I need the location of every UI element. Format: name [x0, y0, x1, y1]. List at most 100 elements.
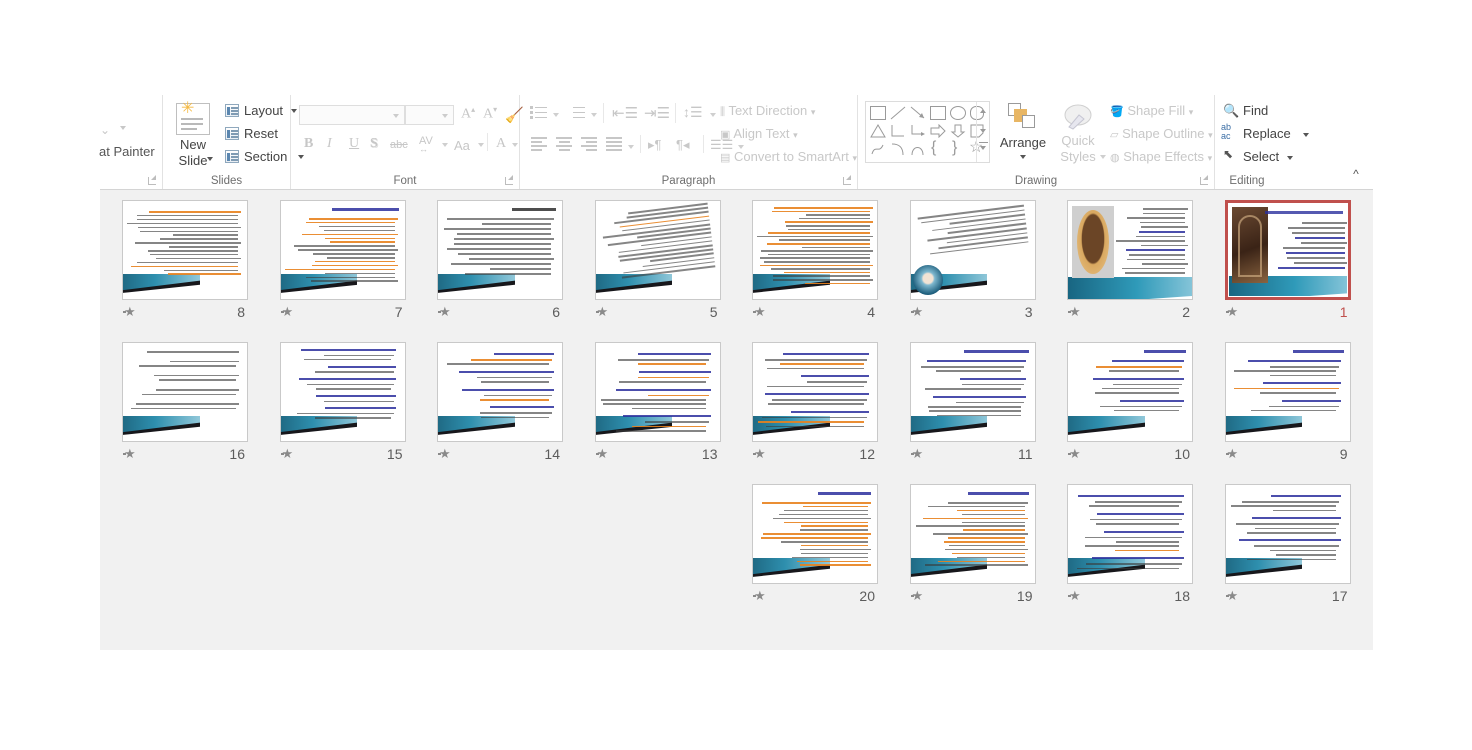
shape-triangle-icon[interactable]: [870, 124, 886, 138]
animation-star-icon[interactable]: ★: [123, 447, 138, 461]
slide-thumbnail[interactable]: ★ 5: [594, 200, 721, 322]
slide-thumbnail-frame[interactable]: [1067, 200, 1193, 300]
slide-thumbnail-frame[interactable]: [1067, 484, 1193, 584]
shape-line-icon[interactable]: [890, 106, 906, 120]
line-spacing-button[interactable]: ↕☰: [683, 104, 703, 121]
shape-left-brace-icon[interactable]: {: [931, 140, 947, 156]
shapes-gallery[interactable]: { } ☆: [865, 101, 990, 163]
find-button[interactable]: Find: [1243, 103, 1268, 118]
arrange-caret-icon[interactable]: [1020, 155, 1026, 159]
slide-thumbnail[interactable]: ★ 4: [752, 200, 878, 322]
animation-star-icon[interactable]: ★: [438, 447, 453, 461]
numbering-button[interactable]: [568, 106, 585, 119]
strikethrough-button[interactable]: abc: [390, 139, 408, 151]
new-slide-button[interactable]: New Slide: [163, 137, 223, 169]
align-text-button[interactable]: ▣ Align Text ▾: [720, 126, 798, 141]
new-slide-dropdown-caret-icon[interactable]: [207, 157, 213, 161]
slide-thumbnail-frame[interactable]: [122, 342, 248, 442]
shape-outline-button[interactable]: ▱ Shape Outline ▾: [1110, 126, 1213, 141]
shape-elbow-arrow-icon[interactable]: [910, 124, 926, 138]
shape-down-arrow-icon[interactable]: [950, 124, 966, 138]
justify-caret-icon[interactable]: [628, 145, 634, 149]
slide-thumbnail[interactable]: ★ 2: [1067, 200, 1193, 322]
animation-star-icon[interactable]: ★: [1225, 589, 1241, 603]
shape-arrow-icon[interactable]: [910, 106, 926, 120]
shapes-scroll-up-icon[interactable]: [980, 109, 986, 113]
shape-curve-icon[interactable]: [890, 142, 906, 156]
shape-scribble-icon[interactable]: [870, 142, 886, 156]
font-name-caret-icon[interactable]: [393, 114, 399, 118]
font-name-input[interactable]: [299, 105, 405, 125]
font-color-button[interactable]: A: [496, 136, 506, 152]
italic-button[interactable]: I: [327, 136, 332, 152]
slide-thumbnail[interactable]: ★ 19: [909, 484, 1036, 606]
shape-rectangle-icon[interactable]: [930, 106, 946, 120]
shape-fill-button[interactable]: 🪣 Shape Fill ▾: [1110, 103, 1193, 118]
slide-thumbnail-frame[interactable]: [594, 200, 721, 300]
increase-indent-button[interactable]: ⇥☰: [644, 104, 670, 122]
collapse-ribbon-button[interactable]: ^: [1349, 167, 1363, 181]
slide-thumbnail-frame[interactable]: [752, 200, 878, 300]
slide-thumbnail-frame[interactable]: [1224, 342, 1351, 442]
replace-caret-icon[interactable]: [1303, 133, 1309, 137]
bullets-caret-icon[interactable]: [553, 113, 559, 117]
animation-star-icon[interactable]: ★: [1068, 305, 1083, 319]
animation-star-icon[interactable]: ★: [753, 589, 768, 603]
format-painter-button[interactable]: at Painter: [99, 144, 155, 159]
slide-thumbnail[interactable]: ★ 16: [122, 342, 248, 464]
slide-thumbnail-frame[interactable]: [1224, 484, 1351, 584]
align-right-button[interactable]: [581, 137, 597, 151]
slide-thumbnail-frame[interactable]: [594, 342, 721, 442]
slide-thumbnail-frame[interactable]: [909, 484, 1036, 584]
shape-right-arrow-icon[interactable]: [930, 123, 946, 139]
slide-thumbnail-frame[interactable]: [437, 200, 563, 300]
slide-thumbnail[interactable]: ★ 17: [1224, 484, 1351, 606]
slide-thumbnail-frame[interactable]: [752, 342, 878, 442]
animation-star-icon[interactable]: ★: [595, 447, 611, 461]
animation-star-icon[interactable]: ★: [280, 305, 296, 319]
select-caret-icon[interactable]: [1287, 156, 1293, 160]
clipboard-partial-icon[interactable]: ⌄: [100, 123, 110, 137]
slide-thumbnail[interactable]: ★ 14: [437, 342, 563, 464]
text-shadow-button[interactable]: S: [370, 136, 378, 152]
slide-thumbnail-frame[interactable]: [909, 200, 1036, 300]
animation-star-icon[interactable]: ★: [1068, 447, 1083, 461]
shape-elbow-connector-icon[interactable]: [890, 124, 906, 138]
slide-thumbnail-frame[interactable]: [279, 200, 406, 300]
quick-styles-caret-icon[interactable]: [1100, 155, 1106, 159]
animation-star-icon[interactable]: ★: [1068, 589, 1083, 603]
animation-star-icon[interactable]: ★: [595, 305, 611, 319]
slide-thumbnail[interactable]: ★ 6: [437, 200, 563, 322]
decrease-indent-button[interactable]: ⇤☰: [612, 104, 638, 122]
convert-to-smartart-button[interactable]: ▤ Convert to SmartArt ▾: [720, 149, 857, 164]
quick-styles-icon[interactable]: [1063, 103, 1093, 131]
select-button[interactable]: Select: [1243, 149, 1279, 164]
clipboard-dialog-launcher[interactable]: [148, 175, 158, 185]
shape-oval-icon[interactable]: [950, 106, 966, 120]
animation-star-icon[interactable]: ★: [1225, 305, 1241, 319]
animation-star-icon[interactable]: ★: [438, 305, 453, 319]
slide-thumbnail[interactable]: ★ 13: [594, 342, 721, 464]
slide-thumbnail[interactable]: ★ 8: [122, 200, 248, 322]
slide-thumbnail[interactable]: ★ 12: [752, 342, 878, 464]
animation-star-icon[interactable]: ★: [910, 305, 926, 319]
slide-thumbnail-frame[interactable]: [909, 342, 1036, 442]
align-left-button[interactable]: [531, 137, 547, 151]
font-size-caret-icon[interactable]: [442, 114, 448, 118]
line-spacing-caret-icon[interactable]: [710, 113, 716, 117]
font-size-input[interactable]: [405, 105, 454, 125]
shape-effects-button[interactable]: ◍ Shape Effects ▾: [1110, 149, 1212, 164]
slide-thumbnail[interactable]: ★ 7: [279, 200, 406, 322]
animation-star-icon[interactable]: ★: [1225, 447, 1241, 461]
shrink-font-button[interactable]: A▾: [483, 105, 497, 123]
shape-right-brace-icon[interactable]: }: [952, 140, 968, 156]
shapes-gallery-scrollbar[interactable]: [976, 102, 989, 162]
character-spacing-caret-icon[interactable]: [442, 143, 448, 147]
shape-arc-icon[interactable]: [910, 142, 926, 156]
slide-thumbnail-frame[interactable]: [1067, 342, 1193, 442]
slide-thumbnail-frame[interactable]: [122, 200, 248, 300]
animation-star-icon[interactable]: ★: [280, 447, 296, 461]
ltr-direction-button[interactable]: ▸¶: [648, 137, 662, 153]
slide-sorter-pane[interactable]: ★ 8 ★ 7 ★ 6 ★ 5 ★ 4 ★ 3 ★ 2 ★ 1 ★ 16 ★ 15 ★ 14 ★ 13 ★ 12 ★ 11 ★ 10 ★ 9 ★…: [100, 190, 1373, 650]
text-direction-button[interactable]: ⫼ Text Direction ▾: [720, 103, 815, 119]
